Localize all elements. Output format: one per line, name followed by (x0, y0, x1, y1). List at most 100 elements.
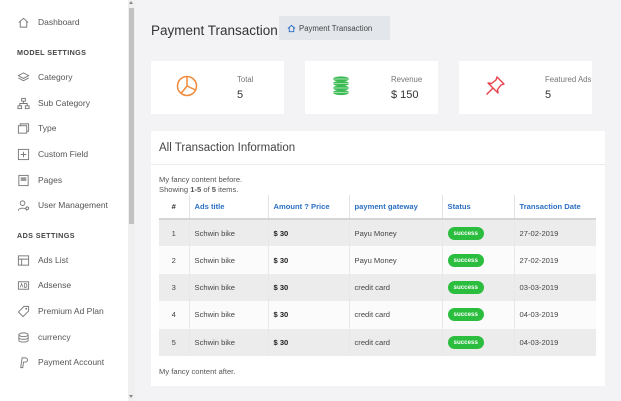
add-box-icon (17, 148, 30, 161)
cell-payment-gateway: credit card (349, 301, 443, 329)
pie-chart-icon (176, 75, 198, 97)
sidebar-scrollbar[interactable] (128, 0, 135, 401)
cell-ads-title: Schwin bike (189, 273, 269, 302)
transactions-table: # Ads title Amount ? Price payment gatew… (159, 195, 596, 356)
sidebar-item-label: Type (38, 123, 57, 133)
cell-payment-gateway: Payu Money (349, 219, 443, 247)
column-header-status[interactable]: Status (442, 195, 515, 220)
hierarchy-icon (17, 97, 30, 110)
cell-ads-title: Schwin bike (189, 301, 269, 329)
scroll-thumb[interactable] (129, 8, 134, 224)
stat-value: 5 (545, 89, 552, 101)
cell-number: 1 (159, 219, 190, 247)
transaction-panel: All Transaction Information My fancy con… (151, 131, 605, 386)
cell-amount: $ 30 (268, 328, 350, 356)
sidebar-item-pages[interactable]: Pages (0, 171, 128, 189)
cell-payment-gateway: credit card (349, 328, 443, 356)
tag-icon (17, 305, 30, 318)
sidebar-item-label: Adsense (38, 280, 72, 290)
home-icon (17, 16, 30, 29)
content-after: My fancy content after. (159, 367, 236, 376)
sidebar-item-label: Ads List (38, 255, 69, 265)
sidebar-item-adsense[interactable]: Adsense (0, 276, 128, 294)
scroll-up-arrow-icon[interactable] (129, 1, 133, 4)
layers-icon (17, 71, 30, 84)
cell-amount: $ 30 (268, 219, 350, 247)
column-header-number: # (159, 195, 190, 220)
sidebar-item-payment-account[interactable]: Payment Account (0, 353, 128, 371)
panel-title: All Transaction Information (159, 142, 296, 154)
cell-amount: $ 30 (268, 246, 350, 274)
status-badge: success (447, 280, 484, 294)
sidebar-item-label: Pages (38, 175, 63, 185)
sidebar-item-label: Category (38, 72, 73, 82)
page-title: Payment Transaction (151, 23, 278, 38)
sidebar-item-label: Premium Ad Plan (38, 306, 104, 316)
cell-status: success (442, 273, 515, 302)
breadcrumb[interactable]: Payment Transaction (279, 16, 390, 40)
sidebar-item-sub-category[interactable]: Sub Category (0, 94, 128, 112)
stat-label: Revenue (391, 75, 423, 84)
cell-payment-gateway: Payu Money (349, 246, 443, 274)
content-before: My fancy content before. (159, 175, 243, 184)
table-row: 1 Schwin bike $ 30 Payu Money success 27… (159, 219, 596, 247)
status-badge: success (447, 226, 484, 240)
ad-icon (17, 279, 30, 292)
stat-value: 5 (237, 89, 244, 101)
cell-number: 5 (159, 328, 190, 356)
pin-icon (486, 76, 505, 95)
sidebar-item-label: Custom Field (38, 149, 89, 159)
sidebar-item-ads-list[interactable]: Ads List (0, 251, 128, 269)
grid-icon (17, 254, 30, 267)
sidebar-item-label: currency (38, 332, 71, 342)
cell-ads-title: Schwin bike (189, 328, 269, 356)
section-ads-settings: ADS SETTINGS (17, 231, 75, 240)
cell-status: success (442, 246, 515, 274)
sidebar-item-user-management[interactable]: User Management (0, 196, 128, 214)
cell-transaction-date: 04-03-2019 (514, 301, 596, 329)
table-row: 2 Schwin bike $ 30 Payu Money success 27… (159, 246, 596, 274)
column-header-amount[interactable]: Amount ? Price (268, 195, 350, 220)
stat-card-revenue: Revenue $ 150 (305, 61, 438, 114)
stat-label: Total (237, 75, 254, 84)
sidebar-item-dashboard[interactable]: Dashboard (0, 13, 128, 31)
cell-payment-gateway: credit card (349, 273, 443, 302)
cell-ads-title: Schwin bike (189, 246, 269, 274)
column-header-payment-gateway[interactable]: payment gateway (349, 195, 443, 220)
sidebar-item-label: Dashboard (38, 17, 80, 27)
user-gear-icon (17, 199, 30, 212)
table-row: 3 Schwin bike $ 30 credit card success 0… (159, 273, 596, 302)
sidebar-item-type[interactable]: Type (0, 119, 128, 137)
cell-status: success (442, 328, 515, 356)
breadcrumb-label: Payment Transaction (299, 23, 373, 33)
stat-label: Featured Ads (545, 75, 592, 84)
sidebar-item-category[interactable]: Category (0, 68, 128, 86)
paypal-icon (17, 356, 30, 369)
sidebar-item-label: Sub Category (38, 98, 90, 108)
money-stack-icon (333, 76, 349, 96)
column-header-ads-title[interactable]: Ads title (189, 195, 269, 220)
stat-card-featured-ads: Featured Ads 5 (459, 61, 592, 114)
section-model-settings: MODEL SETTINGS (17, 48, 87, 57)
scroll-down-arrow-icon[interactable] (129, 395, 133, 398)
cell-transaction-date: 27-02-2019 (514, 246, 596, 274)
table-row: 4 Schwin bike $ 30 credit card success 0… (159, 301, 596, 329)
home-icon (287, 24, 296, 32)
cell-number: 2 (159, 246, 190, 274)
divider (151, 164, 605, 165)
cell-amount: $ 30 (268, 301, 350, 329)
stat-value: $ 150 (391, 89, 419, 101)
table-row: 5 Schwin bike $ 30 credit card success 0… (159, 328, 596, 356)
cell-number: 3 (159, 273, 190, 302)
folders-icon (17, 122, 30, 135)
sidebar-item-currency[interactable]: currency (0, 328, 128, 346)
cell-amount: $ 30 (268, 273, 350, 302)
sidebar-item-premium-ad-plan[interactable]: Premium Ad Plan (0, 302, 128, 320)
cell-transaction-date: 27-02-2019 (514, 219, 596, 247)
sidebar-item-custom-field[interactable]: Custom Field (0, 145, 128, 163)
sidebar-item-label: Payment Account (38, 357, 105, 367)
table-header-row: # Ads title Amount ? Price payment gatew… (159, 195, 596, 220)
stat-card-total: Total 5 (151, 61, 284, 114)
status-badge: success (447, 253, 484, 267)
column-header-transaction-date[interactable]: Transaction Date (514, 195, 596, 220)
